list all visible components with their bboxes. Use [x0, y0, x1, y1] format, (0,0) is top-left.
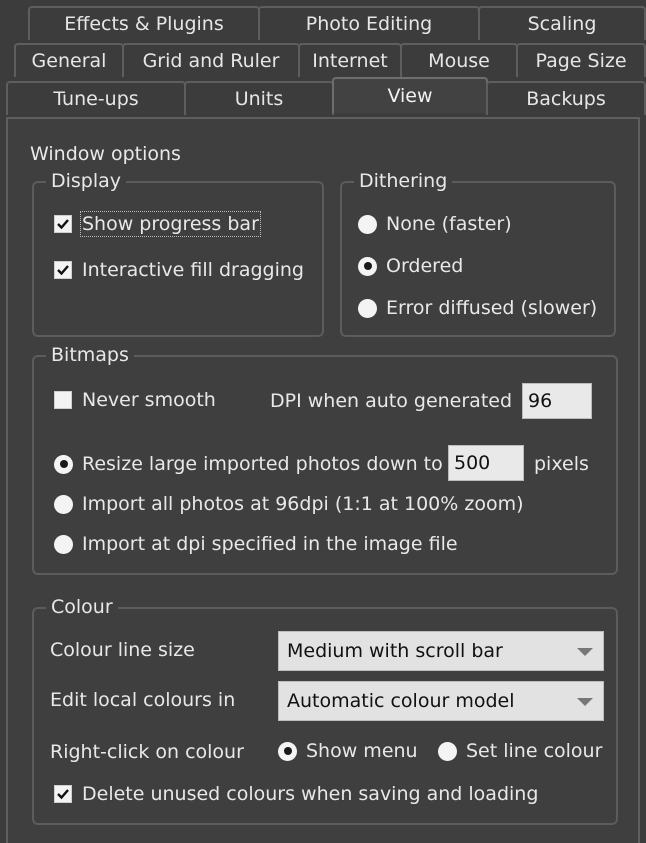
- pixels-unit-label: pixels: [534, 453, 589, 475]
- tab-view[interactable]: View: [332, 77, 488, 113]
- edit-local-colours-value: Automatic colour model: [287, 690, 515, 712]
- tab-label: Photo Editing: [305, 13, 433, 35]
- radio-icon: [54, 494, 73, 514]
- interactive-fill-dragging-label: Interactive fill dragging: [82, 259, 304, 281]
- checkbox-unchecked-icon: [54, 391, 72, 409]
- show-menu-radio[interactable]: Show menu: [278, 740, 418, 762]
- tab-tune-ups[interactable]: Tune-ups: [6, 81, 186, 115]
- import-file-dpi-label: Import at dpi specified in the image fil…: [82, 533, 458, 555]
- import-file-dpi-radio[interactable]: Import at dpi specified in the image fil…: [54, 533, 458, 555]
- tab-general[interactable]: General: [14, 43, 124, 77]
- set-line-colour-label: Set line colour: [466, 740, 603, 762]
- tab-label: Units: [234, 88, 284, 110]
- chevron-down-icon: [577, 698, 593, 706]
- radio-selected-icon: [278, 741, 297, 761]
- show-progress-bar-label: Show progress bar: [80, 211, 261, 237]
- tab-label: Tune-ups: [53, 88, 139, 110]
- resize-imported-photos-label: Resize large imported photos down to: [82, 453, 443, 475]
- resize-imported-photos-radio[interactable]: Resize large imported photos down to: [54, 453, 443, 475]
- colour-group: Colour Colour line size Medium with scro…: [32, 596, 618, 825]
- tab-label: Page Size: [535, 50, 627, 72]
- tab-label: Grid and Ruler: [142, 50, 280, 72]
- tab-label: Scaling: [527, 13, 597, 35]
- dithering-ordered-radio[interactable]: Ordered: [358, 255, 463, 277]
- interactive-fill-dragging-checkbox[interactable]: Interactive fill dragging: [54, 259, 304, 281]
- import-96dpi-label: Import all photos at 96dpi (1:1 at 100% …: [82, 493, 524, 515]
- dithering-ordered-label: Ordered: [386, 255, 464, 277]
- dpi-auto-generated-input[interactable]: 96: [522, 383, 592, 419]
- display-group-title: Display: [46, 170, 127, 192]
- bitmaps-group: Bitmaps Never smooth DPI when auto gener…: [32, 344, 618, 575]
- tab-mouse[interactable]: Mouse: [400, 43, 518, 77]
- window-options-heading: Window options: [30, 143, 181, 165]
- bitmaps-group-title: Bitmaps: [46, 344, 134, 366]
- tab-label: Backups: [526, 88, 606, 110]
- dithering-error-diffused-label: Error diffused (slower): [386, 297, 598, 319]
- tab-effects-plugins[interactable]: Effects & Plugins: [28, 6, 260, 40]
- tab-page-size[interactable]: Page Size: [516, 43, 646, 77]
- colour-line-size-select[interactable]: Medium with scroll bar: [278, 631, 604, 671]
- tab-units[interactable]: Units: [184, 81, 334, 115]
- colour-line-size-value: Medium with scroll bar: [287, 640, 503, 662]
- radio-icon: [358, 214, 377, 234]
- right-click-on-colour-label: Right-click on colour: [50, 741, 244, 763]
- tab-label: Effects & Plugins: [64, 13, 224, 35]
- tab-label: Internet: [312, 50, 388, 72]
- tab-row-1: Effects & Plugins Photo Editing Scaling: [0, 6, 646, 40]
- set-line-colour-radio[interactable]: Set line colour: [438, 740, 602, 762]
- checkbox-checked-icon: [54, 785, 72, 803]
- dithering-group-title: Dithering: [354, 170, 453, 192]
- radio-icon: [54, 534, 73, 554]
- colour-line-size-label: Colour line size: [50, 639, 195, 661]
- radio-icon: [358, 298, 377, 318]
- dpi-auto-generated-label: DPI when auto generated: [270, 390, 513, 412]
- tab-backups[interactable]: Backups: [486, 81, 646, 115]
- tab-scaling[interactable]: Scaling: [478, 6, 646, 40]
- tab-internet[interactable]: Internet: [298, 43, 402, 77]
- display-group: Display Show progress bar Interactive fi…: [32, 170, 324, 337]
- tab-label: General: [31, 50, 107, 72]
- dithering-none-label: None (faster): [386, 213, 512, 235]
- chevron-down-icon: [577, 648, 593, 656]
- show-progress-bar-checkbox[interactable]: Show progress bar: [54, 211, 261, 237]
- delete-unused-colours-label: Delete unused colours when saving and lo…: [82, 783, 539, 805]
- view-options-panel: Window options Display Show progress bar…: [6, 117, 640, 843]
- never-smooth-label: Never smooth: [82, 389, 216, 411]
- tab-label: Mouse: [428, 50, 490, 72]
- resize-pixels-input[interactable]: 500: [448, 445, 524, 481]
- tab-row-3: Tune-ups Units View Backups: [0, 77, 646, 115]
- colour-group-title: Colour: [46, 596, 118, 618]
- checkbox-checked-icon: [54, 215, 72, 233]
- tab-row-2: General Grid and Ruler Internet Mouse Pa…: [0, 43, 646, 77]
- checkbox-checked-icon: [54, 261, 72, 279]
- tab-photo-editing[interactable]: Photo Editing: [258, 6, 480, 40]
- import-96dpi-radio[interactable]: Import all photos at 96dpi (1:1 at 100% …: [54, 493, 524, 515]
- dithering-none-radio[interactable]: None (faster): [358, 213, 512, 235]
- edit-local-colours-select[interactable]: Automatic colour model: [278, 681, 604, 721]
- delete-unused-colours-checkbox[interactable]: Delete unused colours when saving and lo…: [54, 783, 538, 805]
- radio-selected-icon: [358, 256, 377, 276]
- dithering-group: Dithering None (faster) Ordered Error di…: [340, 170, 616, 337]
- radio-icon: [438, 741, 457, 761]
- show-menu-label: Show menu: [306, 740, 418, 762]
- never-smooth-checkbox[interactable]: Never smooth: [54, 389, 216, 411]
- dithering-error-diffused-radio[interactable]: Error diffused (slower): [358, 297, 597, 319]
- edit-local-colours-label: Edit local colours in: [50, 689, 236, 711]
- tab-grid-and-ruler[interactable]: Grid and Ruler: [122, 43, 300, 77]
- radio-selected-icon: [54, 454, 73, 474]
- tab-label: View: [387, 85, 433, 107]
